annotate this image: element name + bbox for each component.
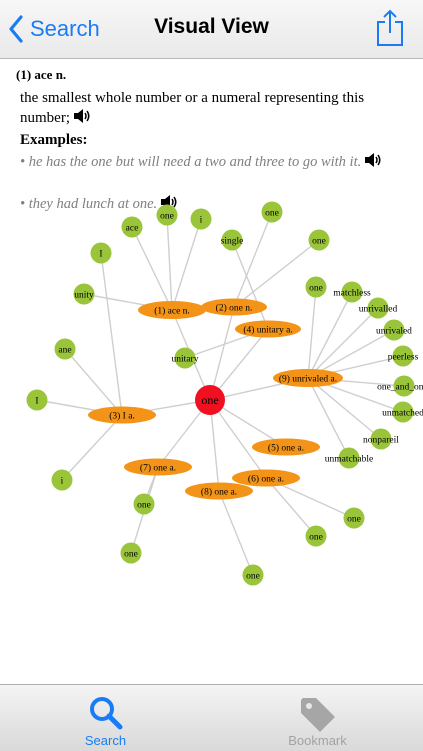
word-node[interactable]: I xyxy=(90,242,112,264)
word-node[interactable]: i xyxy=(51,469,73,491)
word-node[interactable]: nonpareil xyxy=(363,428,399,450)
word-node-label: one xyxy=(309,533,323,543)
word-node[interactable]: unmatched xyxy=(382,401,423,423)
word-node-label: nonpareil xyxy=(363,436,399,446)
sense-node[interactable]: (6) one a. xyxy=(232,469,300,487)
definition-text: the smallest whole number or a numeral r… xyxy=(20,88,410,129)
tab-bookmark-label: Bookmark xyxy=(288,733,347,748)
center-node-label: one xyxy=(201,393,218,407)
tag-icon xyxy=(300,698,335,732)
word-node-label: I xyxy=(99,250,102,260)
entry-heading: (1) ace n. xyxy=(16,67,67,82)
word-node[interactable]: unmatchable xyxy=(325,447,374,469)
word-node[interactable]: unity xyxy=(73,283,95,305)
definition-body: the smallest whole number or a numeral r… xyxy=(20,90,365,126)
word-node-label: peerless xyxy=(388,353,419,363)
graph-edge xyxy=(61,414,123,481)
word-node[interactable]: one xyxy=(120,542,142,564)
word-node-label: unity xyxy=(74,291,94,301)
sense-node-label: (5) one a. xyxy=(268,443,304,454)
share-button[interactable] xyxy=(375,8,405,48)
word-node[interactable]: one_and_only xyxy=(377,375,423,397)
word-node[interactable]: one xyxy=(133,493,155,515)
sense-node-label: (4) unitary a. xyxy=(243,325,292,336)
sense-node[interactable]: (3) I a. xyxy=(88,406,156,424)
word-node-label: one xyxy=(160,212,174,222)
word-node-label: unmatched xyxy=(382,409,423,419)
navigation-bar: Search Visual View xyxy=(0,0,423,59)
word-node[interactable]: one xyxy=(305,276,327,298)
word-node[interactable]: matchless xyxy=(333,281,371,303)
sense-node[interactable]: (8) one a. xyxy=(185,482,253,500)
word-node-label: matchless xyxy=(333,289,371,299)
tab-search[interactable]: Search xyxy=(0,685,211,751)
graph-edge xyxy=(100,252,123,416)
sense-node[interactable]: (9) unrivaled a. xyxy=(273,369,343,387)
word-node[interactable]: I xyxy=(26,389,48,411)
word-node-label: one xyxy=(309,284,323,294)
word-node-label: ane xyxy=(58,346,71,356)
sense-node-label: (6) one a. xyxy=(248,474,284,485)
sense-node[interactable]: (7) one a. xyxy=(124,458,192,476)
word-node[interactable]: peerless xyxy=(388,345,419,367)
sense-node-label: (1) ace n. xyxy=(154,306,190,317)
word-node-label: one xyxy=(137,501,151,511)
word-node[interactable]: one xyxy=(156,204,178,226)
word-node-label: single xyxy=(221,237,244,247)
word-node-label: i xyxy=(61,477,64,487)
word-node[interactable]: one xyxy=(261,201,283,223)
sense-node-label: (3) I a. xyxy=(109,411,135,422)
page-title: Visual View xyxy=(154,15,269,38)
sense-node-label: (7) one a. xyxy=(140,463,176,474)
tab-bookmark[interactable]: Bookmark xyxy=(212,685,423,751)
word-node-label: unitary xyxy=(172,355,199,365)
word-node-label: unmatchable xyxy=(325,455,374,465)
word-node-label: one xyxy=(265,209,279,219)
word-node-label: i xyxy=(200,216,203,226)
word-node-label: I xyxy=(35,397,38,407)
tab-bar: Search Bookmark xyxy=(0,684,423,751)
tab-search-label: Search xyxy=(84,733,127,748)
graph-edge xyxy=(218,490,254,576)
graph-edge xyxy=(307,377,382,440)
graph-edge xyxy=(265,477,317,537)
word-node[interactable]: one xyxy=(308,229,330,251)
word-node-label: unrivaled xyxy=(376,327,412,337)
graph-edge xyxy=(131,226,173,311)
word-node-label: ace xyxy=(126,224,139,234)
share-icon xyxy=(377,9,403,46)
graph-edge xyxy=(171,218,202,311)
speaker-icon[interactable] xyxy=(73,108,91,129)
word-node[interactable]: ace xyxy=(121,216,143,238)
word-node[interactable]: ane xyxy=(54,338,76,360)
word-node-label: one_and_only xyxy=(377,383,423,393)
sense-node-label: (2) one n. xyxy=(216,303,253,314)
word-node[interactable]: one xyxy=(305,525,327,547)
sense-node[interactable]: (2) one n. xyxy=(201,298,267,316)
sense-node-label: (9) unrivaled a. xyxy=(279,374,337,385)
graph-edge xyxy=(307,307,379,379)
graph-edge xyxy=(166,214,173,311)
word-node[interactable]: unrivalled xyxy=(359,297,398,319)
graph-edge xyxy=(64,348,123,416)
word-node[interactable]: single xyxy=(221,229,244,251)
sense-node-label: (8) one a. xyxy=(201,487,237,498)
sense-node[interactable]: (5) one a. xyxy=(252,438,320,456)
word-node[interactable]: one xyxy=(242,564,264,586)
word-node-label: one xyxy=(312,237,326,247)
search-icon xyxy=(89,697,122,730)
word-node[interactable]: one xyxy=(343,507,365,529)
center-node[interactable]: one xyxy=(195,385,225,415)
word-node-label: one xyxy=(246,572,260,582)
sense-node[interactable]: (4) unitary a. xyxy=(235,320,301,338)
sense-node[interactable]: (1) ace n. xyxy=(138,301,206,319)
word-node-label: unrivalled xyxy=(359,305,398,315)
word-node[interactable]: i xyxy=(190,208,212,230)
word-node-label: one xyxy=(347,515,361,525)
word-graph[interactable]: ace one i one single one Iunity unitary one match… xyxy=(0,140,423,600)
word-node-label: one xyxy=(124,550,138,560)
